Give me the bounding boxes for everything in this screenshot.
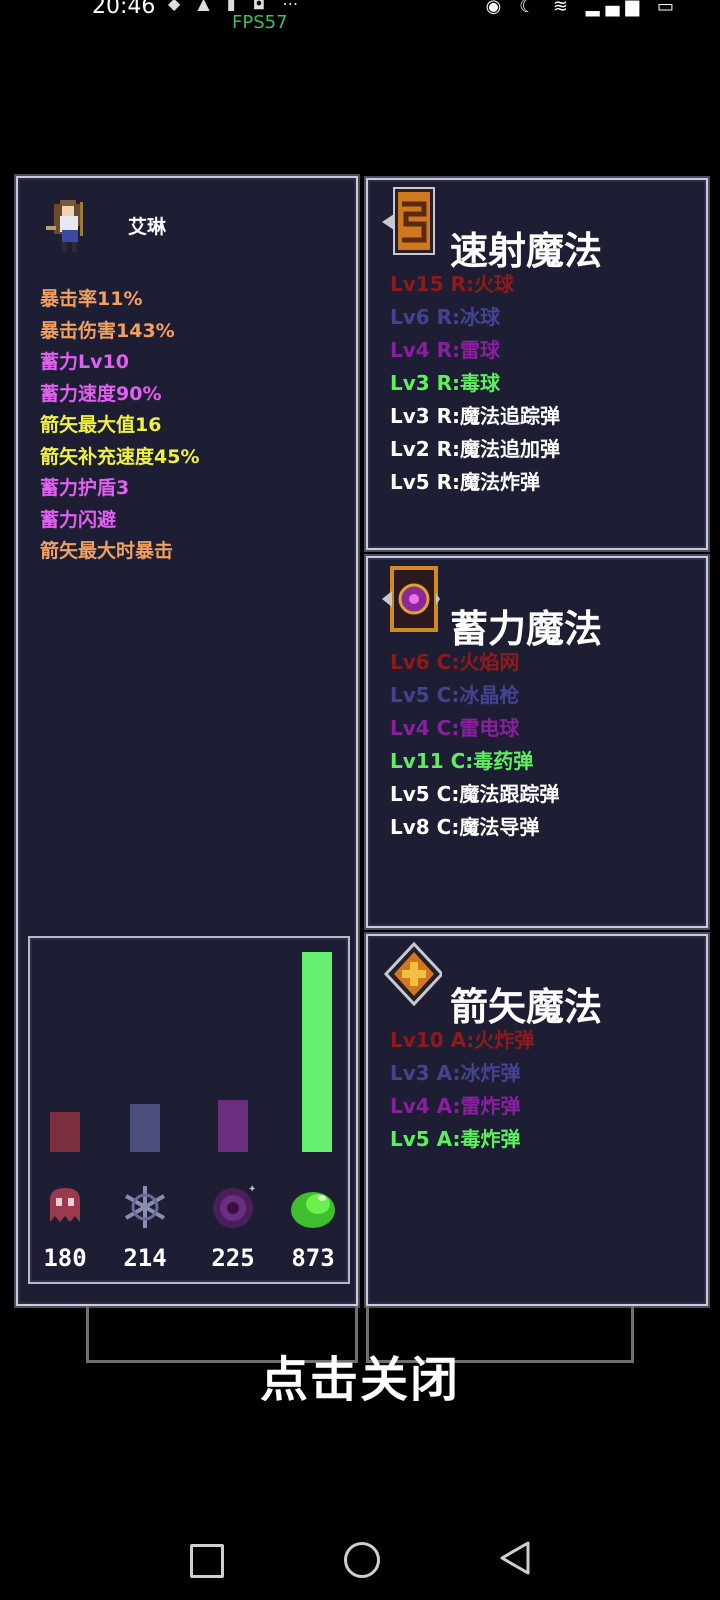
charge-magic-title: 蓄力魔法 [450,607,603,651]
arrow-sigil-icon [383,941,442,1007]
spell-line: Lv11 C:毒药弹 [390,749,534,773]
fire-bar [50,1112,80,1152]
close-button[interactable]: 点击关闭 [0,1340,720,1410]
stat-line: 蓄力速度90% [40,382,162,405]
stat-line: 箭矢最大值16 [40,414,162,436]
poison-bar [302,952,332,1152]
spell-line: Lv8 C:魔法导弹 [390,815,540,839]
charge-magic-panel: 蓄力魔法 Lv6 C:火焰网 Lv5 C:冰晶枪 Lv4 C:雷电球 Lv11 C:毒… [366,556,708,928]
spell-line: Lv5 C:魔法跟踪弹 [390,782,560,806]
arrow-magic-panel: 箭矢魔法 Lv10 A:火炸弹 Lv3 A:冰炸弹 Lv4 A:雷炸弹 Lv5 A:毒… [366,934,708,1306]
status-bar: 20:46 ◆ ▲ ▮ ◘ ⋯ FPS57 ◉ ☾ ≋ ▂▄▆ ▭ [0,0,720,34]
stat-line: 暴击率11% [40,288,143,310]
spell-line: Lv5 C:冰晶枪 [390,683,520,707]
rapid-magic-panel: 速射魔法 Lv15 R:火球 Lv6 R:冰球 Lv4 R:雷球 Lv3 R:毒球 Lv… [366,178,708,550]
character-avatar-icon [46,200,83,252]
spell-line: Lv15 R:火球 [390,272,514,296]
spell-line: Lv2 R:魔法追加弹 [390,437,561,461]
thunder-bar [218,1100,248,1152]
snowflake-icon [124,1186,166,1228]
thunder-value: 225 [211,1244,255,1272]
svg-text:✦: ✦ [248,1184,256,1195]
character-stats: 暴击率11% 暴击伤害143% 蓄力Lv10 蓄力速度90% 箭矢最大值16 箭矢补充速度… [40,284,199,568]
status-time: 20:46 [92,0,156,19]
system-icons: ◉ ☾ ≋ ▂▄▆ ▭ [485,0,680,17]
spell-line: Lv10 A:火炸弹 [390,1028,535,1052]
fire-value: 180 [43,1244,87,1272]
stat-line: 箭矢最大时暴击 [40,540,174,562]
ice-value: 214 [123,1244,167,1272]
spell-line: Lv4 A:雷炸弹 [390,1094,521,1118]
ice-bar [130,1104,160,1152]
ghost-icon [50,1188,80,1222]
rapid-magic-title: 速射魔法 [450,229,603,273]
character-panel: 艾琳 暴击率11% 暴击伤害143% 蓄力Lv10 蓄力速度90% 箭矢最大值16 箭矢补… [16,176,358,1306]
vortex-icon: ✦ [213,1184,256,1228]
spell-line: Lv3 R:魔法追踪弹 [390,404,561,428]
stat-line: 蓄力护盾3 [40,477,130,499]
scroll-icon [382,187,435,255]
element-bars: ✦ 180 214 225 873 [28,936,350,1284]
spell-line: Lv6 R:冰球 [390,305,501,329]
arrow-spell-list: Lv10 A:火炸弹 Lv3 A:冰炸弹 Lv4 A:雷炸弹 Lv5 A:毒炸弹 [390,1024,534,1156]
character-name: 艾琳 [128,216,167,238]
charge-sigil-icon [382,566,440,632]
home-button[interactable] [344,1542,380,1578]
slime-icon [291,1192,335,1228]
charge-spell-list: Lv6 C:火焰网 Lv5 C:冰晶枪 Lv4 C:雷电球 Lv11 C:毒药弹 Lv5… [390,646,559,844]
spell-line: Lv3 R:毒球 [390,371,501,395]
arrow-magic-title: 箭矢魔法 [450,985,603,1029]
poison-value: 873 [291,1244,335,1272]
spell-line: Lv5 R:魔法炸弹 [390,470,541,494]
stat-line: 蓄力闪避 [40,508,117,531]
spell-line: Lv3 A:冰炸弹 [390,1061,521,1085]
spell-line: Lv4 C:雷电球 [390,716,520,740]
fps-counter: FPS57 [232,12,288,33]
back-button[interactable] [498,1540,532,1576]
stat-line: 箭矢补充速度45% [40,445,200,468]
recent-apps-button[interactable] [190,1544,224,1578]
stat-line: 蓄力Lv10 [40,351,129,373]
spell-line: Lv4 R:雷球 [390,338,501,362]
rapid-spell-list: Lv15 R:火球 Lv6 R:冰球 Lv4 R:雷球 Lv3 R:毒球 Lv3 R:魔… [390,268,560,499]
spell-line: Lv6 C:火焰网 [390,650,520,674]
spell-line: Lv5 A:毒炸弹 [390,1127,521,1151]
stat-line: 暴击伤害143% [40,319,175,342]
